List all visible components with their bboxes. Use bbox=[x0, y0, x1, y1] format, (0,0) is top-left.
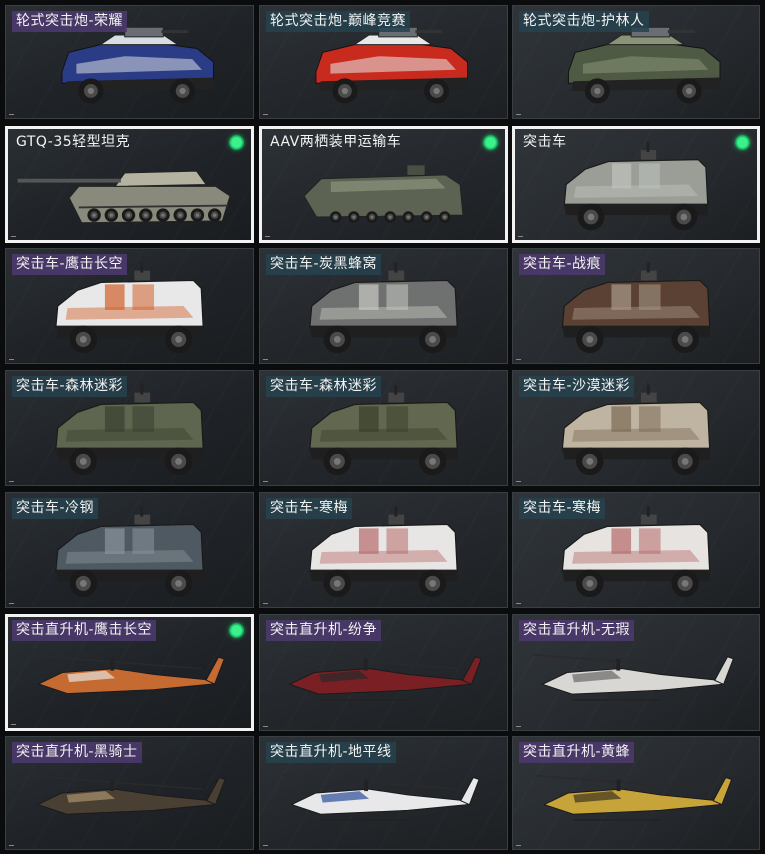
vehicle-skin-grid: 轮式突击炮-荣耀 轮式突击炮-巅峰竞赛 轮式突击炮-护林人 GTQ-35轻型坦克 AAV… bbox=[0, 0, 765, 854]
card-corner-mark bbox=[263, 726, 268, 727]
vehicle-skin-card[interactable]: 突击车-森林迷彩 bbox=[259, 370, 508, 486]
equipped-status-icon bbox=[483, 135, 498, 150]
card-corner-mark bbox=[516, 114, 521, 115]
vehicle-skin-card[interactable]: 突击车-森林迷彩 bbox=[5, 370, 254, 486]
vehicle-skin-card[interactable]: 突击车-鹰击长空 bbox=[5, 248, 254, 364]
assault-vehicle-model bbox=[309, 506, 458, 598]
vehicle-skin-card[interactable]: 轮式突击炮-护林人 bbox=[512, 5, 760, 119]
card-corner-mark bbox=[9, 603, 14, 604]
assault-vehicle-model bbox=[55, 262, 204, 354]
card-corner-mark bbox=[263, 603, 268, 604]
vehicle-skin-name: 轮式突击炮-巅峰竞赛 bbox=[266, 11, 411, 32]
card-corner-mark bbox=[516, 359, 521, 360]
vehicle-skin-name: 突击车-鹰击长空 bbox=[12, 254, 128, 275]
vehicle-skin-name: 突击车-冷钢 bbox=[12, 498, 99, 519]
assault-helicopter-model bbox=[282, 774, 480, 821]
vehicle-skin-name: 突击车-森林迷彩 bbox=[12, 376, 128, 397]
vehicle-skin-card[interactable]: 突击直升机-黄蜂 bbox=[512, 736, 760, 850]
assault-vehicle-model bbox=[309, 384, 458, 476]
card-corner-mark bbox=[263, 481, 268, 482]
assault-vehicle-model bbox=[561, 262, 711, 354]
card-corner-mark bbox=[516, 603, 521, 604]
vehicle-skin-card[interactable]: 突击车-寒梅 bbox=[259, 492, 508, 608]
card-corner-mark bbox=[516, 726, 521, 727]
vehicle-skin-card[interactable]: 突击车-冷钢 bbox=[5, 492, 254, 608]
card-corner-mark bbox=[263, 114, 268, 115]
assault-helicopter-model bbox=[534, 774, 733, 821]
vehicle-skin-name: 轮式突击炮-荣耀 bbox=[12, 11, 128, 32]
card-corner-mark bbox=[11, 236, 16, 237]
card-corner-mark bbox=[263, 359, 268, 360]
vehicle-skin-name: 突击车-沙漠迷彩 bbox=[519, 376, 635, 397]
assault-vehicle-model bbox=[561, 384, 711, 476]
wheeled-assault-gun-model bbox=[567, 26, 721, 104]
vehicle-skin-card[interactable]: 轮式突击炮-巅峰竞赛 bbox=[259, 5, 508, 119]
vehicle-skin-name: 突击直升机-鹰击长空 bbox=[12, 620, 157, 641]
light-tank-model bbox=[17, 170, 231, 224]
vehicle-skin-card[interactable]: 突击车-战痕 bbox=[512, 248, 760, 364]
vehicle-skin-name: 突击直升机-黄蜂 bbox=[519, 742, 635, 763]
vehicle-skin-card[interactable]: 突击直升机-鹰击长空 bbox=[5, 614, 254, 731]
vehicle-skin-card[interactable]: 突击车 bbox=[512, 126, 760, 243]
vehicle-skin-name: 突击车-寒梅 bbox=[519, 498, 606, 519]
vehicle-skin-name: 轮式突击炮-护林人 bbox=[519, 11, 649, 32]
card-corner-mark bbox=[9, 114, 14, 115]
assault-helicopter-model bbox=[532, 654, 735, 701]
vehicle-skin-name: 突击直升机-无瑕 bbox=[519, 620, 635, 641]
vehicle-skin-name: 突击车-寒梅 bbox=[266, 498, 353, 519]
vehicle-skin-card[interactable]: 突击直升机-无瑕 bbox=[512, 614, 760, 731]
assault-helicopter-model bbox=[28, 654, 225, 701]
wheeled-assault-gun-model bbox=[61, 26, 214, 104]
vehicle-skin-card[interactable]: 突击直升机-黑骑士 bbox=[5, 736, 254, 850]
card-corner-mark bbox=[9, 359, 14, 360]
card-corner-mark bbox=[518, 236, 523, 237]
equipped-status-icon bbox=[229, 135, 244, 150]
vehicle-skin-card[interactable]: 突击车-炭黑蜂窝 bbox=[259, 248, 508, 364]
equipped-status-icon bbox=[229, 623, 244, 638]
vehicle-skin-name: 突击直升机-黑骑士 bbox=[12, 742, 142, 763]
vehicle-skin-name: AAV两栖装甲运输车 bbox=[270, 134, 402, 150]
card-corner-mark bbox=[265, 236, 270, 237]
card-corner-mark bbox=[263, 845, 268, 846]
vehicle-skin-name: 突击车 bbox=[523, 134, 567, 150]
vehicle-skin-card[interactable]: 突击车-寒梅 bbox=[512, 492, 760, 608]
vehicle-skin-card[interactable]: GTQ-35轻型坦克 bbox=[5, 126, 254, 243]
card-corner-mark bbox=[9, 481, 14, 482]
vehicle-skin-card[interactable]: AAV两栖装甲运输车 bbox=[259, 126, 508, 243]
vehicle-skin-name: 突击直升机-纷争 bbox=[266, 620, 382, 641]
assault-vehicle-model bbox=[55, 384, 204, 476]
vehicle-skin-card[interactable]: 突击直升机-地平线 bbox=[259, 736, 508, 850]
equipped-status-icon bbox=[735, 135, 750, 150]
assault-helicopter-model bbox=[28, 774, 226, 821]
vehicle-skin-name: GTQ-35轻型坦克 bbox=[16, 134, 131, 150]
vehicle-skin-name: 突击车-炭黑蜂窝 bbox=[266, 254, 382, 275]
assault-vehicle-model bbox=[561, 506, 711, 598]
card-corner-mark bbox=[9, 845, 14, 846]
assault-vehicle-model bbox=[55, 506, 204, 598]
amphibious-carrier-model bbox=[303, 165, 464, 223]
vehicle-skin-name: 突击直升机-地平线 bbox=[266, 742, 396, 763]
card-corner-mark bbox=[516, 481, 521, 482]
vehicle-skin-name: 突击车-战痕 bbox=[519, 254, 606, 275]
vehicle-skin-name: 突击车-森林迷彩 bbox=[266, 376, 382, 397]
card-corner-mark bbox=[516, 845, 521, 846]
assault-vehicle-model bbox=[309, 262, 458, 354]
assault-vehicle-model bbox=[563, 142, 709, 231]
assault-helicopter-model bbox=[279, 653, 482, 701]
vehicle-skin-card[interactable]: 轮式突击炮-荣耀 bbox=[5, 5, 254, 119]
wheeled-assault-gun-model bbox=[315, 26, 468, 104]
vehicle-skin-card[interactable]: 突击车-沙漠迷彩 bbox=[512, 370, 760, 486]
vehicle-skin-card[interactable]: 突击直升机-纷争 bbox=[259, 614, 508, 731]
card-corner-mark bbox=[11, 724, 16, 725]
